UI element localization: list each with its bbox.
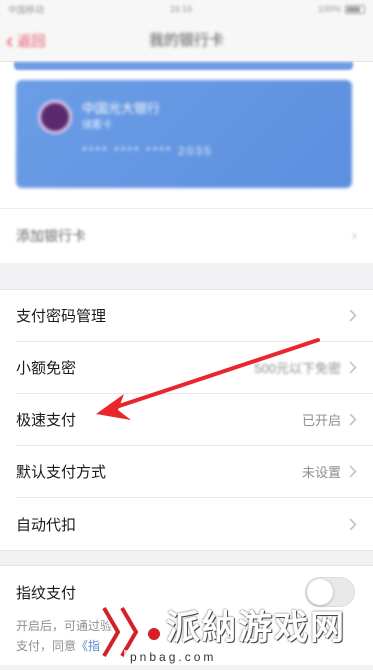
back-button[interactable]: ‹ 返回 — [6, 30, 45, 52]
section-gap — [0, 263, 373, 289]
setting-value: 500元以下免密 — [254, 361, 341, 376]
chevron-right-icon — [349, 517, 357, 531]
setting-label: 自动代扣 — [16, 516, 77, 534]
fingerprint-toggle[interactable] — [305, 577, 355, 607]
setting-payment-password[interactable]: 支付密码管理 — [16, 290, 373, 342]
fingerprint-label: 指纹支付 — [16, 584, 77, 602]
setting-value: 未设置 — [301, 465, 341, 480]
chevron-right-icon — [349, 361, 357, 374]
setting-express-pay[interactable]: 极速支付 已开启 — [16, 394, 373, 446]
card-type: 储蓄卡 — [82, 120, 112, 131]
add-card-row[interactable]: 添加银行卡 › — [0, 208, 373, 263]
clock: 16:16 — [169, 4, 193, 14]
fingerprint-description: 开启后，可通过验 支付，同意《指 — [16, 616, 356, 656]
chevron-right-icon — [349, 309, 357, 322]
back-label: 返回 — [17, 33, 46, 49]
setting-small-amount-no-password[interactable]: 小额免密 500元以下免密 — [16, 342, 373, 394]
fingerprint-section: 指纹支付 开启后，可通过验 支付，同意《指 — [0, 565, 373, 665]
setting-default-payment[interactable]: 默认支付方式 未设置 — [16, 446, 373, 498]
setting-value: 已开启 — [301, 413, 341, 428]
setting-label: 默认支付方式 — [16, 464, 107, 481]
setting-label: 极速支付 — [16, 412, 77, 429]
bank-name: 中国光大银行 — [82, 101, 161, 116]
chevron-left-icon: ‹ — [6, 28, 14, 53]
section-gap — [0, 551, 373, 565]
bank-card[interactable]: 中国光大银行 储蓄卡 **** **** **** 2035 — [16, 80, 352, 188]
bank-logo-icon — [38, 100, 72, 134]
setting-auto-deduct[interactable]: 自动代扣 — [16, 498, 373, 550]
payment-settings-list: 支付密码管理 小额免密 500元以下免密 极速支付 已开启 默认支付方式 未设置… — [0, 289, 373, 551]
chevron-right-icon — [349, 413, 357, 426]
setting-label: 支付密码管理 — [16, 308, 107, 325]
toggle-knob — [307, 579, 333, 605]
card-stack-edge — [14, 62, 353, 70]
page-title: 我的银行卡 — [148, 32, 224, 49]
desc-line: 开启后，可通过验 — [16, 619, 113, 633]
nav-bar: ‹ 返回 我的银行卡 — [0, 18, 373, 62]
battery-icon — [344, 4, 365, 14]
battery-percent: 100% — [317, 4, 341, 14]
setting-label: 小额免密 — [16, 360, 77, 377]
agreement-link[interactable]: 《指 — [76, 639, 100, 653]
card-area: 中国光大银行 储蓄卡 **** **** **** 2035 — [0, 62, 373, 208]
chevron-right-icon: › — [351, 227, 357, 244]
chevron-right-icon — [349, 465, 357, 478]
carrier-label: 中国移动 — [8, 4, 45, 15]
status-bar: 中国移动 16:16 100% — [0, 0, 373, 18]
desc-line: 支付，同意 — [16, 639, 77, 653]
add-card-label: 添加银行卡 — [16, 228, 86, 244]
card-number: **** **** **** 2035 — [82, 144, 213, 158]
